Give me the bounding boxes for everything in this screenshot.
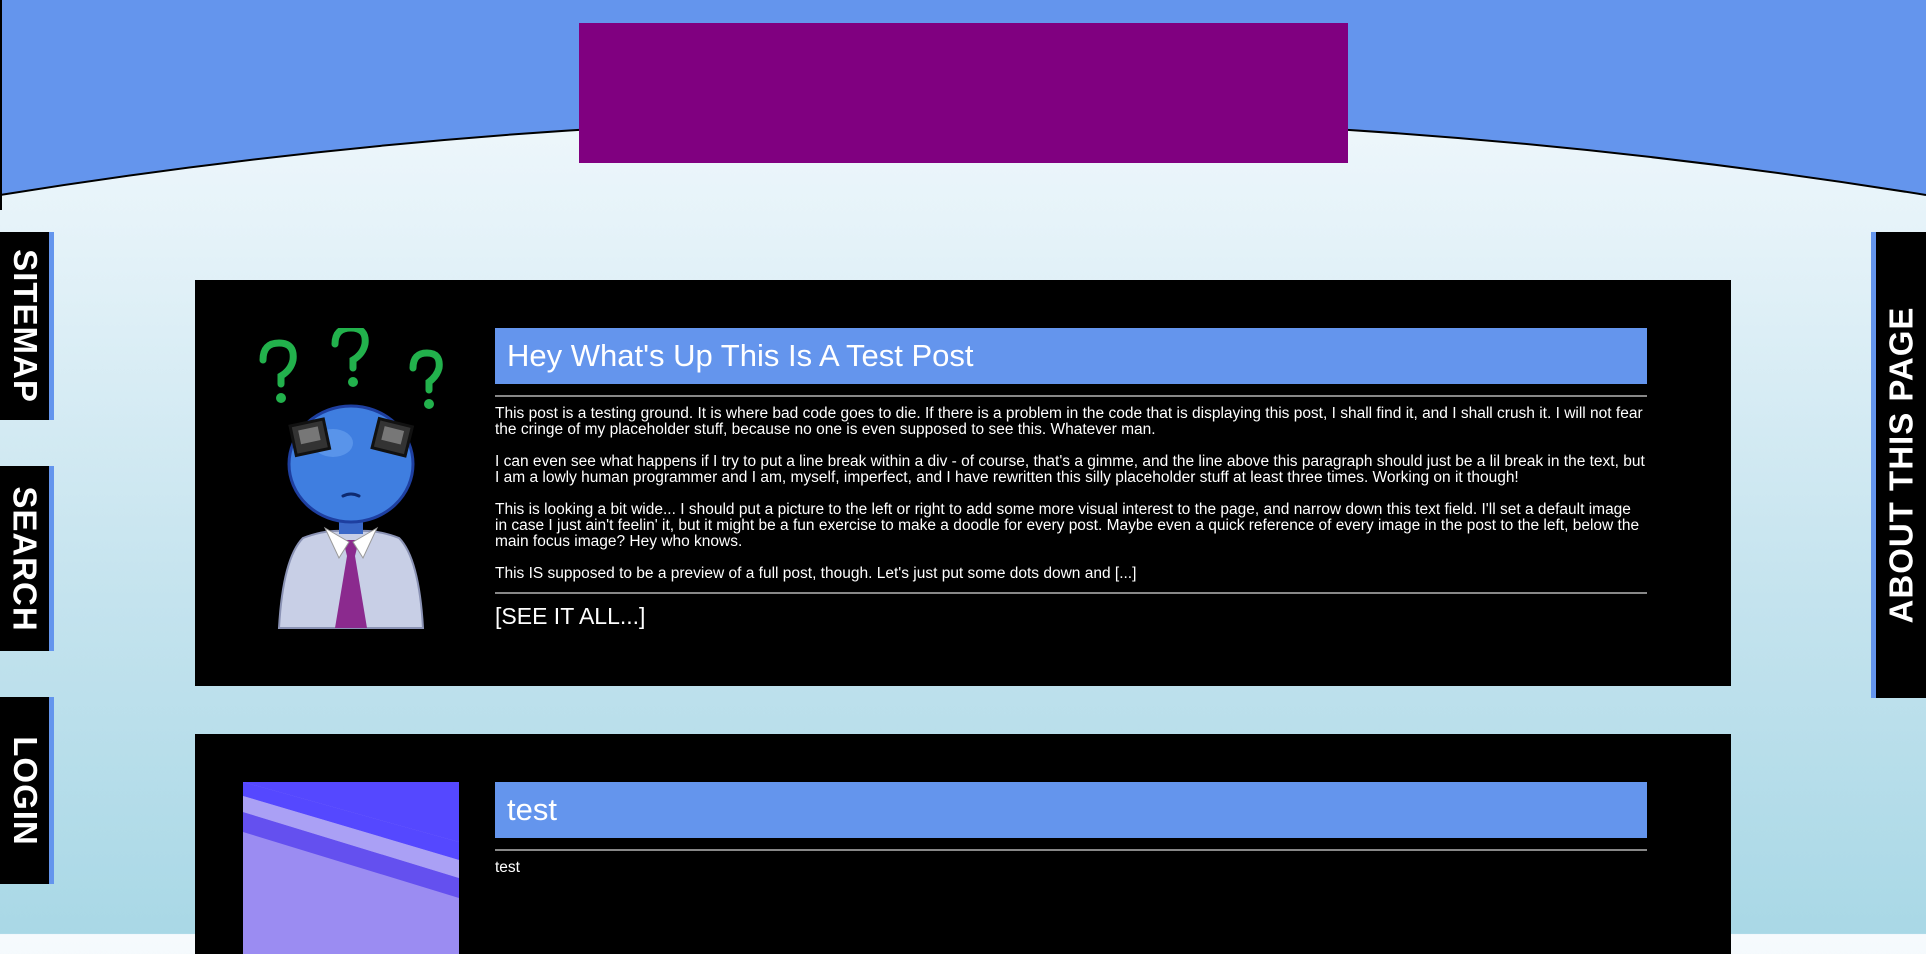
post-paragraph: I can even see what happens if I try to … (495, 453, 1645, 486)
post-title[interactable]: test (495, 782, 1647, 838)
post-card: test test (195, 734, 1731, 954)
post-preview-text: This post is a testing ground. It is whe… (495, 406, 1647, 582)
divider (495, 395, 1647, 397)
post-paragraph: This IS supposed to be a preview of a fu… (495, 565, 1137, 582)
confused-character-thumbnail (259, 328, 443, 629)
post-card: Hey What's Up This Is A Test Post This p… (195, 280, 1731, 686)
divider (495, 592, 1647, 594)
search-tab[interactable]: SEARCH (0, 466, 54, 651)
divider (495, 849, 1647, 851)
purple-stripes-thumbnail (243, 782, 459, 954)
post-paragraph: This is looking a bit wide... I should p… (495, 501, 1640, 550)
see-it-all-link[interactable]: [SEE IT ALL...] (495, 603, 645, 630)
post-body: test test (495, 782, 1647, 886)
post-preview-text: test (495, 860, 1647, 876)
sitemap-tab[interactable]: SITEMAP (0, 232, 54, 420)
login-label: LOGIN (6, 735, 44, 846)
post-title[interactable]: Hey What's Up This Is A Test Post (495, 328, 1647, 384)
header-banner (579, 23, 1348, 163)
about-this-page-tab[interactable]: ABOUT THIS PAGE (1871, 232, 1926, 698)
post-body: Hey What's Up This Is A Test Post This p… (495, 328, 1647, 630)
about-this-page-label: ABOUT THIS PAGE (1882, 306, 1919, 624)
search-label: SEARCH (6, 485, 44, 632)
login-tab[interactable]: LOGIN (0, 697, 54, 884)
post-paragraph: This post is a testing ground. It is whe… (495, 405, 1643, 438)
sitemap-label: SITEMAP (6, 249, 44, 403)
post-paragraph: test (495, 859, 520, 876)
